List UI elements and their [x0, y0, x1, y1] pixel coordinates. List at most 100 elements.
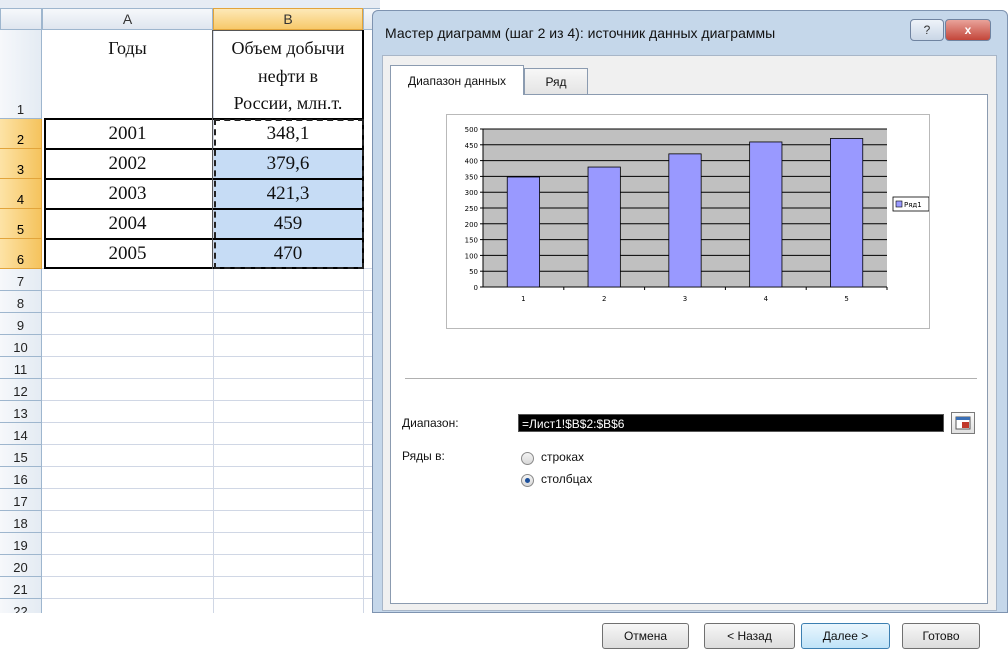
chart-wizard-dialog: Мастер диаграмм (шаг 2 из 4): источник д… [372, 10, 1008, 649]
cancel-button[interactable]: Отмена [602, 623, 689, 649]
cell-year[interactable]: 2001 [42, 123, 213, 145]
y-tick-label: 350 [465, 173, 478, 181]
row-header-10[interactable]: 10 [0, 335, 42, 357]
y-tick-label: 200 [465, 221, 478, 229]
row-header-11[interactable]: 11 [0, 357, 42, 379]
row-header-12[interactable]: 12 [0, 379, 42, 401]
row-header-4[interactable]: 4 [0, 179, 42, 209]
grid-line [42, 444, 380, 445]
range-select-icon [952, 416, 974, 437]
x-tick-label: 3 [683, 295, 687, 303]
table-border [212, 30, 213, 269]
radio-rows[interactable] [521, 452, 534, 465]
column-header-a[interactable]: A [42, 8, 213, 30]
row-header-14[interactable]: 14 [0, 423, 42, 445]
table-border [212, 30, 364, 31]
radio-columns[interactable] [521, 474, 534, 487]
y-tick-label: 50 [469, 268, 478, 276]
grid-line [42, 488, 380, 489]
grid-line [42, 598, 380, 599]
y-tick-label: 300 [465, 189, 478, 197]
row-header-7[interactable]: 7 [0, 269, 42, 291]
y-tick-label: 100 [465, 252, 478, 260]
bar [749, 141, 783, 288]
tab-data-range[interactable]: Диапазон данных [390, 65, 524, 95]
row-header-16[interactable]: 16 [0, 467, 42, 489]
row-header-6[interactable]: 6 [0, 239, 42, 269]
legend-label: Ряд1 [904, 201, 922, 209]
grid-line [42, 290, 380, 291]
cell-year[interactable]: 2003 [42, 183, 213, 205]
bar [830, 138, 864, 288]
grid-line [42, 576, 380, 577]
row-header-8[interactable]: 8 [0, 291, 42, 313]
select-all-corner[interactable] [0, 8, 42, 30]
dialog-title: Мастер диаграмм (шаг 2 из 4): источник д… [385, 25, 776, 41]
header-cell-years[interactable]: Годы [42, 38, 213, 59]
x-tick-label: 1 [521, 295, 525, 303]
row-header-2[interactable]: 2 [0, 119, 42, 149]
ribbon-strip [0, 0, 380, 8]
cell-year[interactable]: 2002 [42, 153, 213, 175]
y-tick-label: 500 [465, 126, 478, 134]
row-header-1[interactable]: 1 [0, 30, 42, 119]
next-button[interactable]: Далее > [801, 623, 890, 649]
row-header-20[interactable]: 20 [0, 555, 42, 577]
cell-year[interactable]: 2005 [42, 243, 213, 265]
y-tick-label: 0 [474, 284, 478, 292]
y-tick-label: 450 [465, 142, 478, 150]
grid-line [42, 378, 380, 379]
range-label: Диапазон: [402, 416, 459, 430]
column-header-b[interactable]: B [213, 8, 363, 30]
bar [587, 166, 621, 288]
bar [668, 153, 702, 288]
header-cell-volume-line1[interactable]: Объем добычи [213, 38, 363, 59]
row-header-13[interactable]: 13 [0, 401, 42, 423]
row-header-19[interactable]: 19 [0, 533, 42, 555]
collapse-dialog-button[interactable] [951, 412, 975, 434]
grid-line [42, 532, 380, 533]
row-header-17[interactable]: 17 [0, 489, 42, 511]
header-cell-volume-line3[interactable]: России, млн.т. [213, 93, 363, 114]
separator [405, 378, 977, 379]
cell-year[interactable]: 2004 [42, 213, 213, 235]
radio-columns-label[interactable]: столбцах [541, 472, 592, 486]
close-button[interactable]: x [945, 19, 991, 41]
bar-chart: 0 50 100 150 200 250 300 350 400 450 500 1 2 3 4 5 Ряд1 [465, 126, 930, 303]
y-tick-label: 150 [465, 237, 478, 245]
grid-line [42, 466, 380, 467]
grid-line [42, 422, 380, 423]
x-tick-label: 2 [602, 295, 606, 303]
chart-preview: 0 50 100 150 200 250 300 350 400 450 500 1 2 3 4 5 Ряд1 [446, 114, 930, 329]
bar [506, 176, 540, 288]
grid-line [42, 554, 380, 555]
radio-rows-label[interactable]: строках [541, 450, 584, 464]
tab-series[interactable]: Ряд [524, 68, 588, 94]
row-header-3[interactable]: 3 [0, 149, 42, 179]
x-tick-label: 5 [844, 295, 848, 303]
y-tick-label: 400 [465, 158, 478, 166]
finish-button[interactable]: Готово [902, 623, 980, 649]
row-header-15[interactable]: 15 [0, 445, 42, 467]
grid-line [42, 334, 380, 335]
dialog-client: Диапазон данных Ряд 0 50 100 150 200 250 300 35… [382, 55, 997, 649]
copy-marquee [214, 119, 364, 269]
row-header-18[interactable]: 18 [0, 511, 42, 533]
series-in-label: Ряды в: [402, 449, 445, 463]
help-button[interactable]: ? [910, 19, 944, 41]
y-tick-label: 250 [465, 205, 478, 213]
header-cell-volume-line2[interactable]: нефти в [213, 66, 363, 87]
grid-line [42, 356, 380, 357]
back-button[interactable]: < Назад [704, 623, 795, 649]
grid-line [42, 400, 380, 401]
row-header-9[interactable]: 9 [0, 313, 42, 335]
grid-line [42, 312, 380, 313]
row-header-21[interactable]: 21 [0, 577, 42, 599]
x-tick-label: 4 [764, 295, 769, 303]
range-input[interactable]: =Лист1!$B$2:$B$6 [518, 414, 944, 432]
tab-panel: 0 50 100 150 200 250 300 350 400 450 500 1 2 3 4 5 Ряд1 … [390, 94, 988, 604]
row-header-5[interactable]: 5 [0, 209, 42, 239]
table-border [44, 118, 46, 269]
row-header-22[interactable]: 22 [0, 599, 42, 613]
spreadsheet: A B 1 2 3 4 5 6 7 8 9 10 11 12 13 14 15 16 17 18 19 20 21 22 … [0, 0, 380, 613]
